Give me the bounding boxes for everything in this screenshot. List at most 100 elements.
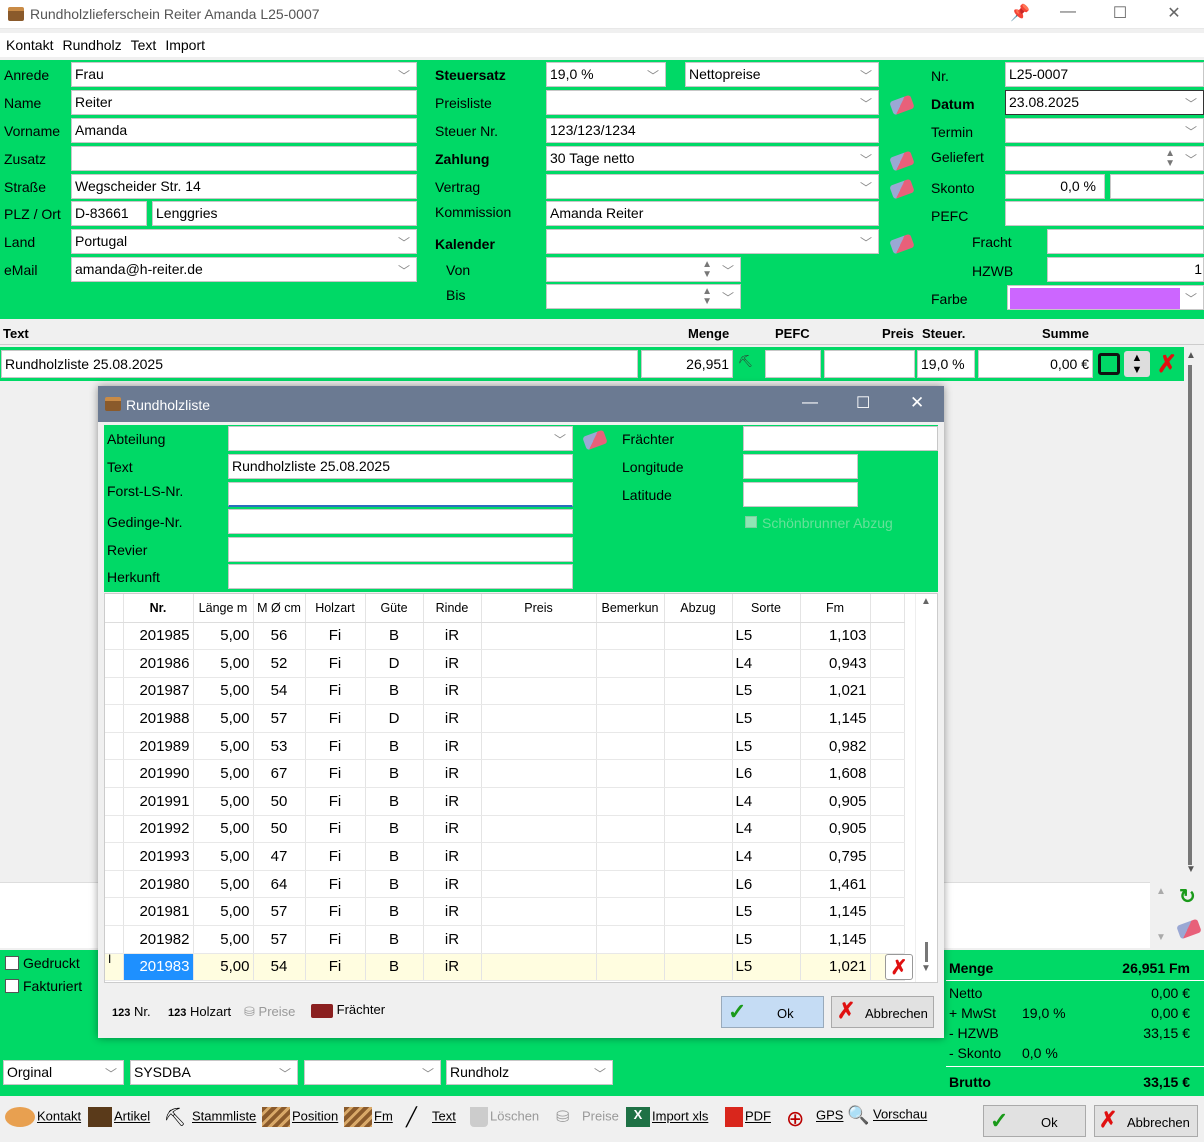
scroll-down-icon[interactable]: ▼ <box>921 963 931 974</box>
table-cell[interactable]: 201987 <box>123 677 194 706</box>
table-cell[interactable] <box>481 759 597 789</box>
table-cell[interactable]: B <box>365 925 424 954</box>
table-cell[interactable]: L5 <box>732 925 801 954</box>
table-cell[interactable]: iR <box>423 925 482 954</box>
table-cell[interactable]: 201983 <box>123 953 194 982</box>
table-cell[interactable]: Fi <box>305 842 366 871</box>
table-cell[interactable] <box>664 732 733 761</box>
position-preis[interactable] <box>824 350 915 378</box>
table-cell[interactable]: 5,00 <box>193 704 254 733</box>
toolbar-pdf[interactable]: PDF <box>725 1107 771 1127</box>
tool-icon[interactable]: ⛏ <box>738 354 753 368</box>
table-cell[interactable]: Fi <box>305 649 366 678</box>
table-cell[interactable]: 5,00 <box>193 815 254 844</box>
table-cell[interactable]: 201986 <box>123 649 194 678</box>
table-cell[interactable]: iR <box>423 815 482 844</box>
abteilung-select[interactable]: ﹀ <box>228 426 573 451</box>
table-cell[interactable] <box>596 787 665 816</box>
table-cell[interactable]: iR <box>423 842 482 871</box>
table-cell[interactable]: 201985 <box>123 622 194 651</box>
table-cell[interactable]: 201991 <box>123 787 194 816</box>
position-steuer[interactable]: 19,0 % <box>917 350 975 378</box>
menu-kontakt[interactable]: Kontakt <box>6 37 53 53</box>
table-cell[interactable]: Fi <box>305 870 366 899</box>
gedruckt-checkbox[interactable] <box>5 956 19 970</box>
table-cell[interactable] <box>596 649 665 678</box>
table-cell[interactable]: D <box>365 649 424 678</box>
table-cell[interactable]: iR <box>423 953 482 982</box>
table-cell[interactable]: B <box>365 815 424 844</box>
table-cell[interactable]: 201989 <box>123 732 194 761</box>
dlg-fraechter-button[interactable]: Frächter <box>311 1002 385 1018</box>
table-cell[interactable]: L5 <box>732 677 801 706</box>
toolbar-kontakt[interactable]: Kontakt <box>5 1107 81 1127</box>
maximize-icon[interactable]: ☐ <box>856 393 870 413</box>
menu-rundholz[interactable]: Rundholz <box>62 37 121 53</box>
delete-icon[interactable]: ✗ <box>1157 350 1177 379</box>
table-cell[interactable]: L4 <box>732 649 801 678</box>
table-row[interactable]: 201983 5,00 54 Fi BiR L5 1,021 <box>105 953 905 982</box>
toolbar-fm[interactable]: Fm <box>344 1107 393 1127</box>
table-cell[interactable] <box>664 897 733 927</box>
table-cell[interactable]: 1,145 <box>800 897 871 927</box>
scroll-down-icon[interactable]: ▼ <box>1186 864 1196 875</box>
column-header[interactable]: Abzug <box>664 594 733 623</box>
table-cell[interactable]: iR <box>423 677 482 706</box>
toolbar-preise[interactable]: ⛁ Preise <box>556 1107 619 1127</box>
table-cell[interactable]: 5,00 <box>193 842 254 871</box>
table-cell[interactable]: 1,021 <box>800 677 871 706</box>
position-pefc[interactable] <box>765 350 821 378</box>
preisliste-select[interactable]: ﹀ <box>546 90 879 115</box>
table-cell[interactable]: 201988 <box>123 704 194 733</box>
table-cell[interactable]: 5,00 <box>193 649 254 678</box>
toolbar-artikel[interactable]: Artikel <box>88 1107 150 1127</box>
toolbar-position[interactable]: Position <box>262 1107 338 1127</box>
table-cell[interactable]: 5,00 <box>193 925 254 954</box>
table-cell[interactable]: 54 <box>253 677 306 706</box>
close-icon[interactable]: ✕ <box>1162 3 1186 25</box>
sort-nr-button[interactable]: 123 Nr. <box>112 1004 151 1019</box>
menu-text[interactable]: Text <box>131 37 157 53</box>
table-cell[interactable]: Fi <box>305 704 366 733</box>
sort-updown-icon[interactable]: ▲ ▼ <box>1124 351 1150 377</box>
maximize-icon[interactable]: ☐ <box>1108 3 1132 25</box>
column-header[interactable]: Nr. <box>123 594 194 623</box>
forst-field[interactable] <box>228 482 573 507</box>
column-header[interactable]: Sorte <box>732 594 801 623</box>
table-cell[interactable]: L4 <box>732 842 801 871</box>
toolbar-text[interactable]: ╱ Text <box>406 1107 456 1127</box>
table-cell[interactable]: L5 <box>732 897 801 927</box>
steuersatz-select[interactable]: 19,0 % ﹀ <box>546 62 666 87</box>
table-cell[interactable]: B <box>365 732 424 761</box>
table-cell[interactable]: 5,00 <box>193 622 254 651</box>
column-header[interactable]: Rinde <box>423 594 482 623</box>
table-cell[interactable]: 201981 <box>123 897 194 927</box>
position-summe[interactable]: 0,00 € <box>978 350 1093 378</box>
table-cell[interactable]: L6 <box>732 759 801 789</box>
table-cell[interactable] <box>664 842 733 871</box>
table-cell[interactable]: 0,943 <box>800 649 871 678</box>
minimize-icon[interactable]: — <box>1056 3 1080 25</box>
scroll-up-icon[interactable]: ▲ <box>1156 886 1166 897</box>
fraechter-field[interactable] <box>743 426 938 451</box>
herkunft-field[interactable] <box>228 564 573 589</box>
row-indicator[interactable] <box>105 925 124 954</box>
table-cell[interactable]: iR <box>423 787 482 816</box>
row-indicator[interactable] <box>105 677 124 706</box>
scroll-up-icon[interactable]: ▲ <box>1186 350 1196 361</box>
zusatz-field[interactable] <box>71 146 417 171</box>
empty-select[interactable]: ﹀ <box>304 1060 441 1085</box>
toolbar-stammliste[interactable]: ⛏ Stammliste <box>160 1107 257 1127</box>
pin-icon[interactable]: 📌 <box>1008 3 1032 25</box>
table-cell[interactable]: 67 <box>253 759 306 789</box>
nr-field[interactable]: L25-0007 <box>1005 62 1204 87</box>
table-cell[interactable]: L4 <box>732 787 801 816</box>
column-header[interactable]: Preis <box>481 594 597 623</box>
table-cell[interactable] <box>664 677 733 706</box>
table-cell[interactable] <box>664 759 733 789</box>
table-cell[interactable]: iR <box>423 759 482 789</box>
main-cancel-button[interactable]: ✗ Abbrechen <box>1094 1105 1198 1137</box>
table-cell[interactable]: B <box>365 759 424 789</box>
table-cell[interactable] <box>596 677 665 706</box>
table-cell[interactable] <box>596 953 665 982</box>
